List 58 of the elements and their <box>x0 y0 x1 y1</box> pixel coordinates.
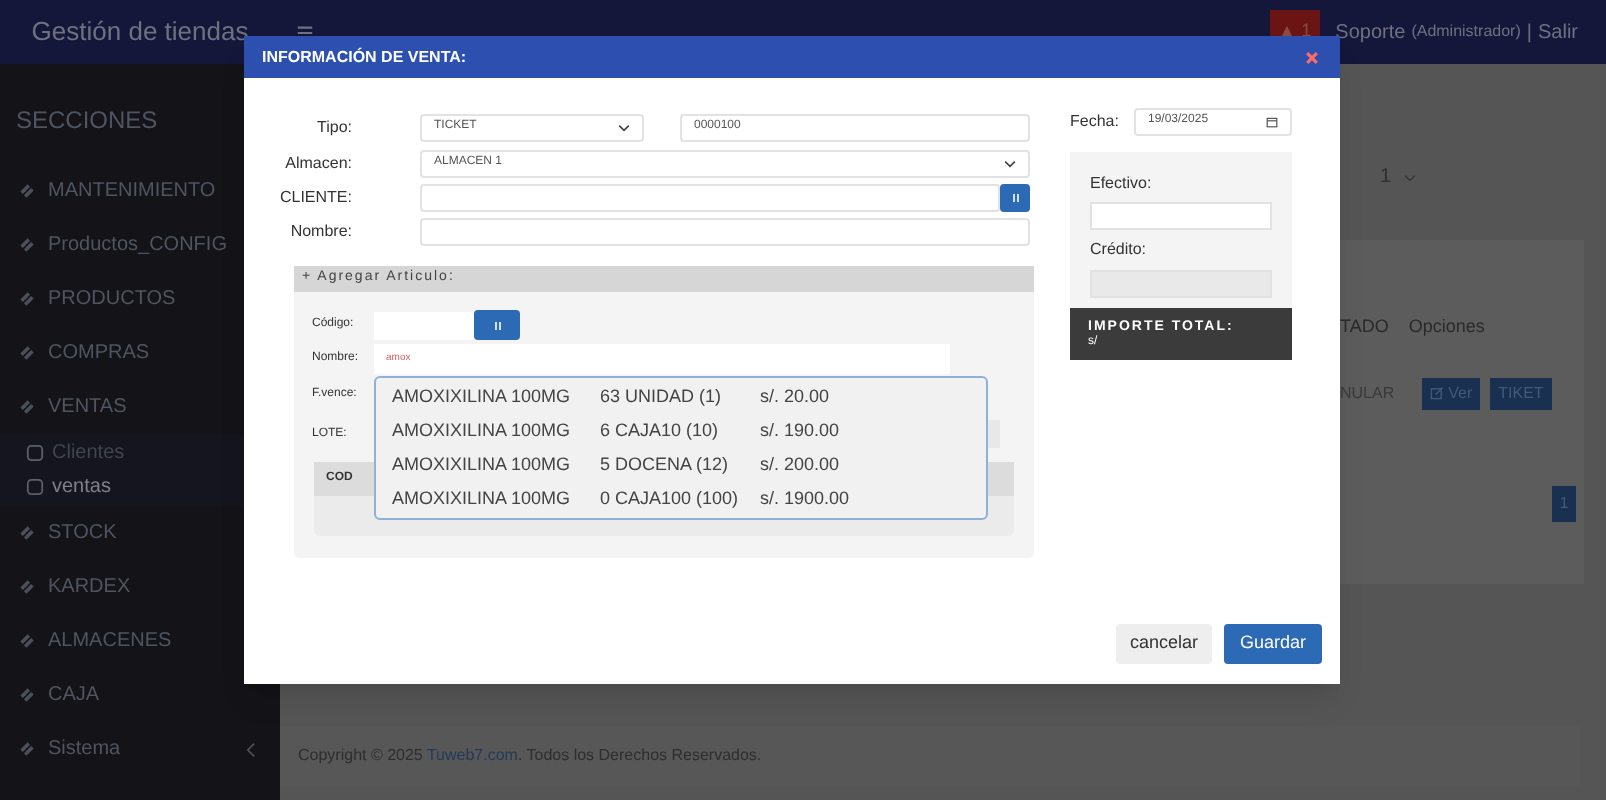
field-label: Nombre: <box>288 220 354 244</box>
save-button[interactable]: Guardar <box>1223 624 1322 664</box>
client-search-button[interactable] <box>1000 183 1030 211</box>
sidebar-item[interactable]: VENTAS <box>0 380 280 434</box>
name-field[interactable] <box>420 218 1030 246</box>
sidebar-item[interactable]: Sistema <box>0 722 280 776</box>
calendar-icon <box>1266 115 1278 127</box>
caret-icon <box>1403 173 1416 181</box>
sidebar-item[interactable]: STOCK <box>0 506 280 560</box>
sidebar-item[interactable]: KARDEX <box>0 560 280 614</box>
suggestion-item[interactable]: AMOXIXILINA 100MG 0 CAJA100 (100) s/. 1900.00 <box>376 483 986 515</box>
sidebar-item[interactable]: PRODUCTOS <box>0 272 280 326</box>
brand-title: Gestión de tiendas <box>29 14 251 51</box>
link-icon <box>18 578 36 596</box>
modal-title: INFORMACIÓN DE VENTA: <box>262 45 467 69</box>
link-icon <box>18 344 36 362</box>
user-name[interactable]: Soporte <box>1335 17 1406 47</box>
suggestion-item[interactable]: AMOXIXILINA 100MG 63 UNIDAD (1) s/. 20.00 <box>376 381 986 413</box>
sidebar-item[interactable]: COMPRAS <box>0 326 280 380</box>
code-field[interactable] <box>374 311 474 339</box>
field-label: Tipo: <box>315 115 354 139</box>
suggestion-item[interactable]: AMOXIXILINA 100MG 6 CAJA10 (10) s/. 190.00 <box>376 415 986 447</box>
edit-icon <box>1430 386 1445 400</box>
caret-icon <box>618 123 630 131</box>
link-icon <box>18 740 36 758</box>
field-label: CLIENTE: <box>277 185 354 209</box>
bars-icon <box>491 319 503 331</box>
sidebar-title: SECCIONES <box>14 104 160 138</box>
cancel-button[interactable]: cancelar <box>1115 624 1212 664</box>
field-label: Fecha: <box>1070 109 1121 133</box>
sidebar-item[interactable]: MANTENIMIENTO <box>0 164 280 218</box>
caret-icon <box>1004 159 1016 167</box>
suggestion-item[interactable]: AMOXIXILINA 100MG 5 DOCENA (12) s/. 200.00 <box>376 449 986 481</box>
link-icon <box>18 632 36 650</box>
link-icon <box>18 236 36 254</box>
sidebar-subitem[interactable]: ventas <box>0 470 280 504</box>
sidebar-item[interactable]: CAJA <box>0 668 280 722</box>
logout-link[interactable]: Salir <box>1537 17 1578 47</box>
link-icon <box>18 290 36 308</box>
square-icon <box>26 478 44 496</box>
cash-field[interactable] <box>1090 202 1272 230</box>
chevron-icon <box>246 741 256 757</box>
link-icon <box>18 398 36 416</box>
client-field[interactable] <box>420 183 1000 211</box>
sidebar-item[interactable]: Productos_CONFIG <box>0 218 280 272</box>
user-role: (Administrador) <box>1411 20 1521 44</box>
bars-icon <box>1009 191 1021 203</box>
sidebar-item[interactable]: ALMACENES <box>0 614 280 668</box>
field-label: Efectivo: <box>1090 172 1154 196</box>
field-label: Crédito: <box>1090 238 1149 262</box>
field-label: Almacen: <box>283 151 354 175</box>
separator-text: | <box>1526 19 1532 47</box>
link-icon <box>18 524 36 542</box>
square-icon <box>26 444 44 462</box>
close-icon <box>1304 49 1320 65</box>
link-icon <box>18 182 36 200</box>
link-icon <box>18 686 36 704</box>
code-search-button[interactable] <box>474 310 520 340</box>
